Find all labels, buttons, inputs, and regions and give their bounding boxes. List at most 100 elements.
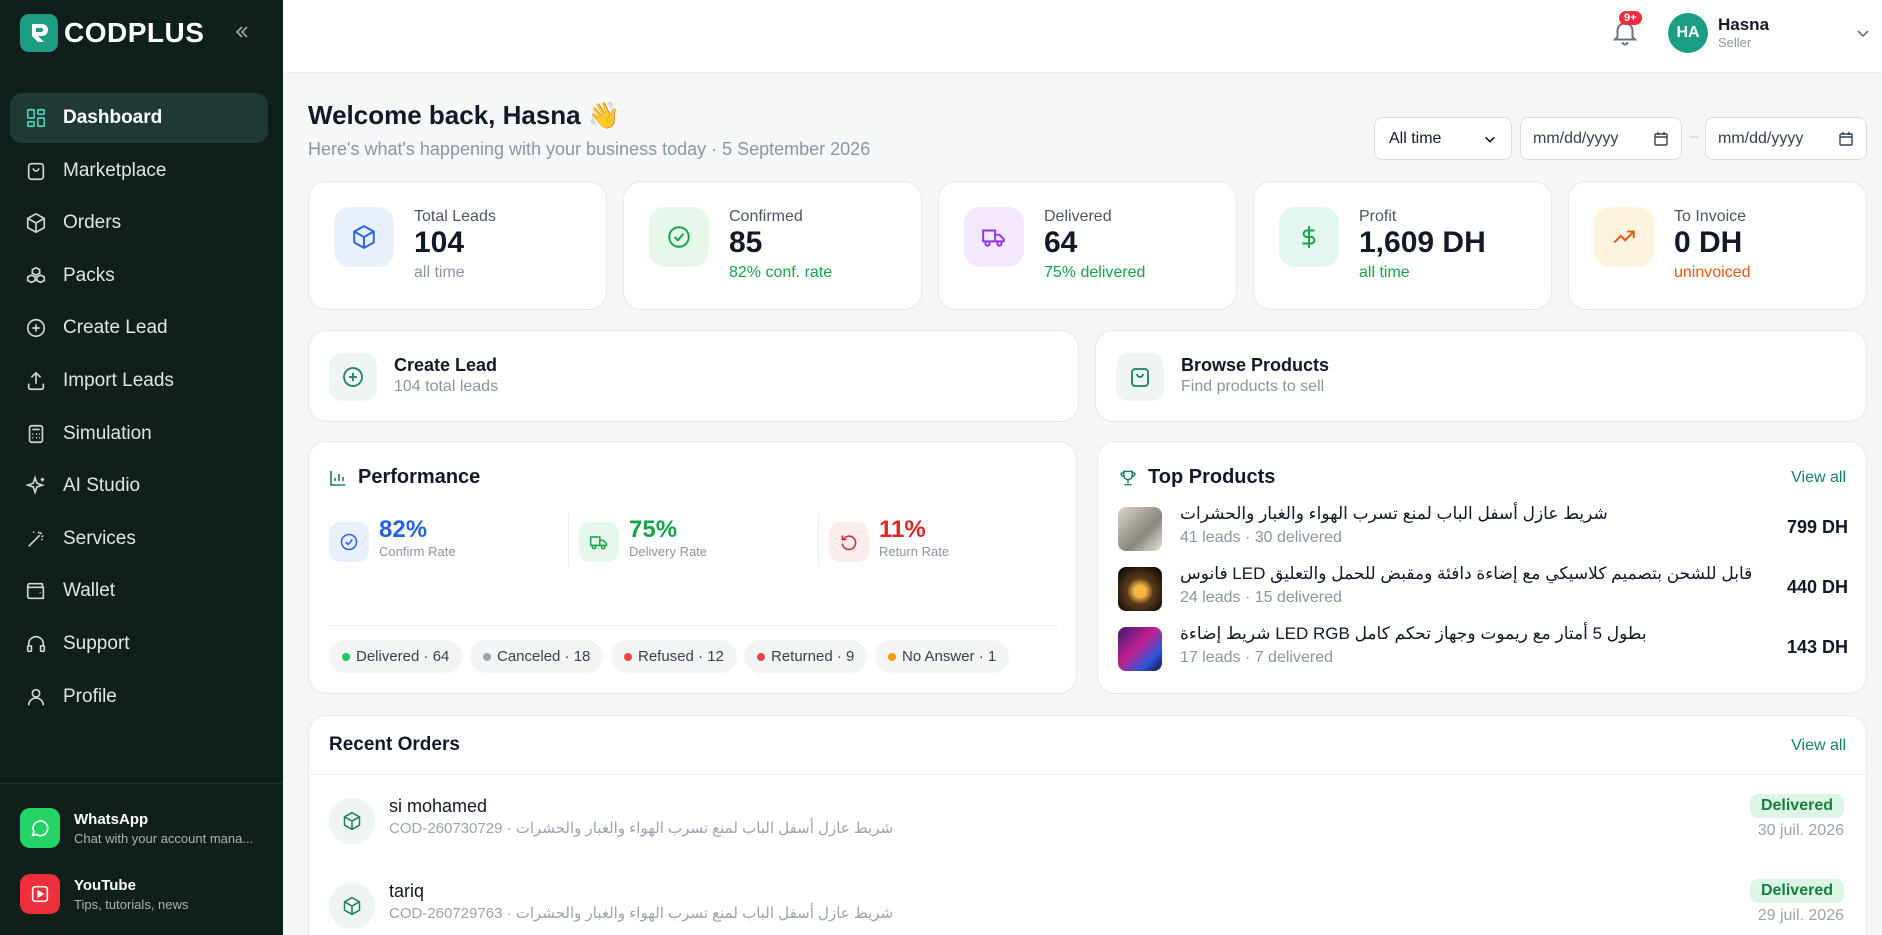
top-products-title: Top Products (1148, 466, 1276, 488)
order-customer: si mohamed (389, 796, 488, 816)
recent-orders-card: Recent Orders View all si mohamed COD-26… (308, 715, 1867, 935)
order-meta: COD-260729763 · شريط عازل أسفل الباب لمن… (389, 905, 894, 922)
whatsapp-link[interactable]: WhatsApp Chat with your account mana... (20, 808, 253, 848)
status-dot (624, 652, 632, 661)
stat-card-to-invoice: To Invoice 0 DH uninvoiced (1568, 181, 1867, 310)
dollar-icon (1279, 207, 1339, 267)
dashboard-icon (26, 108, 46, 128)
stat-card-profit: Profit 1,609 DH all time (1253, 181, 1552, 310)
stat-value: 0 DH (1674, 226, 1743, 259)
sidebar-item-wallet[interactable]: Wallet (10, 566, 268, 616)
product-thumbnail (1118, 627, 1162, 671)
user-icon (27, 688, 45, 705)
product-meta: 41 leads · 30 delivered (1180, 529, 1342, 546)
box-icon (329, 883, 375, 929)
sidebar-item-label: Marketplace (63, 159, 167, 181)
collapse-sidebar-icon[interactable] (230, 20, 254, 44)
performance-card: Performance 82% Confirm Rate 75% Deliver… (308, 441, 1077, 694)
stat-label: Total Leads (414, 208, 496, 225)
product-price: 143 DH (1786, 637, 1848, 657)
truck-icon (579, 522, 619, 562)
recent-orders-view-all-link[interactable]: View all (1791, 737, 1846, 755)
bar-chart-icon (329, 469, 347, 492)
calculator-icon (28, 424, 44, 443)
browse-products-card[interactable]: Browse Products Find products to sell (1095, 330, 1867, 422)
rotate-ccw-icon (829, 522, 869, 562)
wallet-icon (26, 583, 45, 600)
stat-value: 85 (729, 226, 763, 259)
youtube-subtitle: Tips, tutorials, news (74, 896, 189, 912)
calendar-icon[interactable] (1653, 131, 1669, 147)
product-name: فانوس LED قابل للشحن بتصميم كلاسيكي مع إ… (1180, 564, 1753, 583)
top-bar (283, 0, 1882, 73)
stat-label: Profit (1359, 208, 1397, 225)
divider (568, 514, 569, 566)
product-meta: 24 leads · 15 delivered (1180, 589, 1342, 606)
sidebar-item-packs[interactable]: Packs (10, 251, 268, 301)
sidebar-item-label: AI Studio (63, 475, 141, 497)
order-row[interactable]: si mohamed COD-260730729 · شريط عازل أسف… (329, 794, 1844, 856)
status-badge: Delivered (1749, 879, 1844, 903)
whatsapp-icon (20, 808, 60, 848)
period-select[interactable]: All time (1374, 117, 1512, 160)
date-to-placeholder: mm/dd/yyyy (1718, 129, 1804, 147)
product-price: 440 DH (1786, 577, 1848, 597)
sidebar-item-label: Simulation (63, 422, 152, 444)
sidebar-item-support[interactable]: Support (10, 619, 268, 669)
stat-note: all time (414, 264, 465, 281)
brand-name: CODPLUS (64, 17, 205, 48)
date-from-input[interactable]: mm/dd/yyyy (1520, 117, 1682, 160)
sidebar-item-create-lead[interactable]: Create Lead (10, 303, 268, 353)
sidebar-item-orders[interactable]: Orders (10, 198, 268, 248)
magic-wand-icon (28, 530, 44, 547)
youtube-link[interactable]: YouTube Tips, tutorials, news (20, 874, 188, 914)
sidebar-item-label: Profile (63, 685, 117, 707)
check-circle-icon (649, 207, 709, 267)
sidebar-item-ai-studio[interactable]: AI Studio (10, 461, 268, 511)
calendar-icon[interactable] (1838, 131, 1854, 147)
avatar[interactable]: HA (1668, 13, 1708, 53)
product-price: 799 DH (1786, 517, 1848, 537)
performance-title: Performance (358, 466, 481, 488)
status-label: No Answer · 1 (902, 648, 997, 665)
sidebar-item-dashboard[interactable]: Dashboard (10, 93, 268, 143)
user-name[interactable]: Hasna (1718, 15, 1769, 35)
date-to-input[interactable]: mm/dd/yyyy (1705, 117, 1867, 160)
sidebar-nav: Dashboard Marketplace Orders Packs Creat… (10, 93, 268, 724)
product-row[interactable]: شريط إضاءة LED RGB بطول 5 أمتار مع ريموت… (1118, 624, 1848, 671)
sidebar-item-simulation[interactable]: Simulation (10, 409, 268, 459)
boxes-icon (26, 266, 46, 284)
sidebar-item-label: Services (63, 527, 136, 549)
sidebar-item-label: Support (63, 632, 130, 654)
shopping-bag-icon (27, 162, 45, 180)
stat-card-confirmed: Confirmed 85 82% conf. rate (623, 181, 922, 310)
product-thumbnail (1118, 507, 1162, 551)
status-pill-refused: Refused · 12 (611, 640, 737, 673)
product-row[interactable]: فانوس LED قابل للشحن بتصميم كلاسيكي مع إ… (1118, 564, 1848, 611)
brand-logo[interactable]: CODPLUS (20, 14, 204, 52)
order-date: 30 juil. 2026 (1757, 822, 1844, 839)
whatsapp-title: WhatsApp (74, 810, 149, 828)
sidebar-item-profile[interactable]: Profile (10, 672, 268, 722)
box-icon (26, 213, 46, 234)
recent-orders-title: Recent Orders (329, 734, 460, 755)
sidebar-item-label: Dashboard (63, 107, 163, 128)
plus-circle-icon (26, 319, 46, 338)
sidebar-item-services[interactable]: Services (10, 514, 268, 564)
chevron-down-icon[interactable] (1855, 25, 1871, 46)
trending-up-icon (1594, 207, 1654, 267)
sidebar-item-import-leads[interactable]: Import Leads (10, 356, 268, 406)
whatsapp-subtitle: Chat with your account mana... (74, 830, 254, 846)
product-row[interactable]: شريط عازل أسفل الباب لمنع تسرب الهواء وا… (1118, 504, 1848, 551)
stat-value: 1,609 DH (1359, 226, 1486, 259)
status-label: Delivered · 64 (356, 648, 450, 665)
status-pill-delivered: Delivered · 64 (329, 640, 463, 673)
divider (309, 774, 1866, 775)
action-title: Create Lead (394, 355, 498, 375)
status-pill-canceled: Canceled · 18 (470, 640, 604, 673)
order-row[interactable]: tariq COD-260729763 · شريط عازل أسفل الب… (329, 879, 1844, 935)
create-lead-card[interactable]: Create Lead 104 total leads (308, 330, 1079, 422)
headset-icon (26, 635, 46, 653)
top-products-view-all-link[interactable]: View all (1791, 469, 1846, 487)
sidebar-item-marketplace[interactable]: Marketplace (10, 146, 268, 196)
